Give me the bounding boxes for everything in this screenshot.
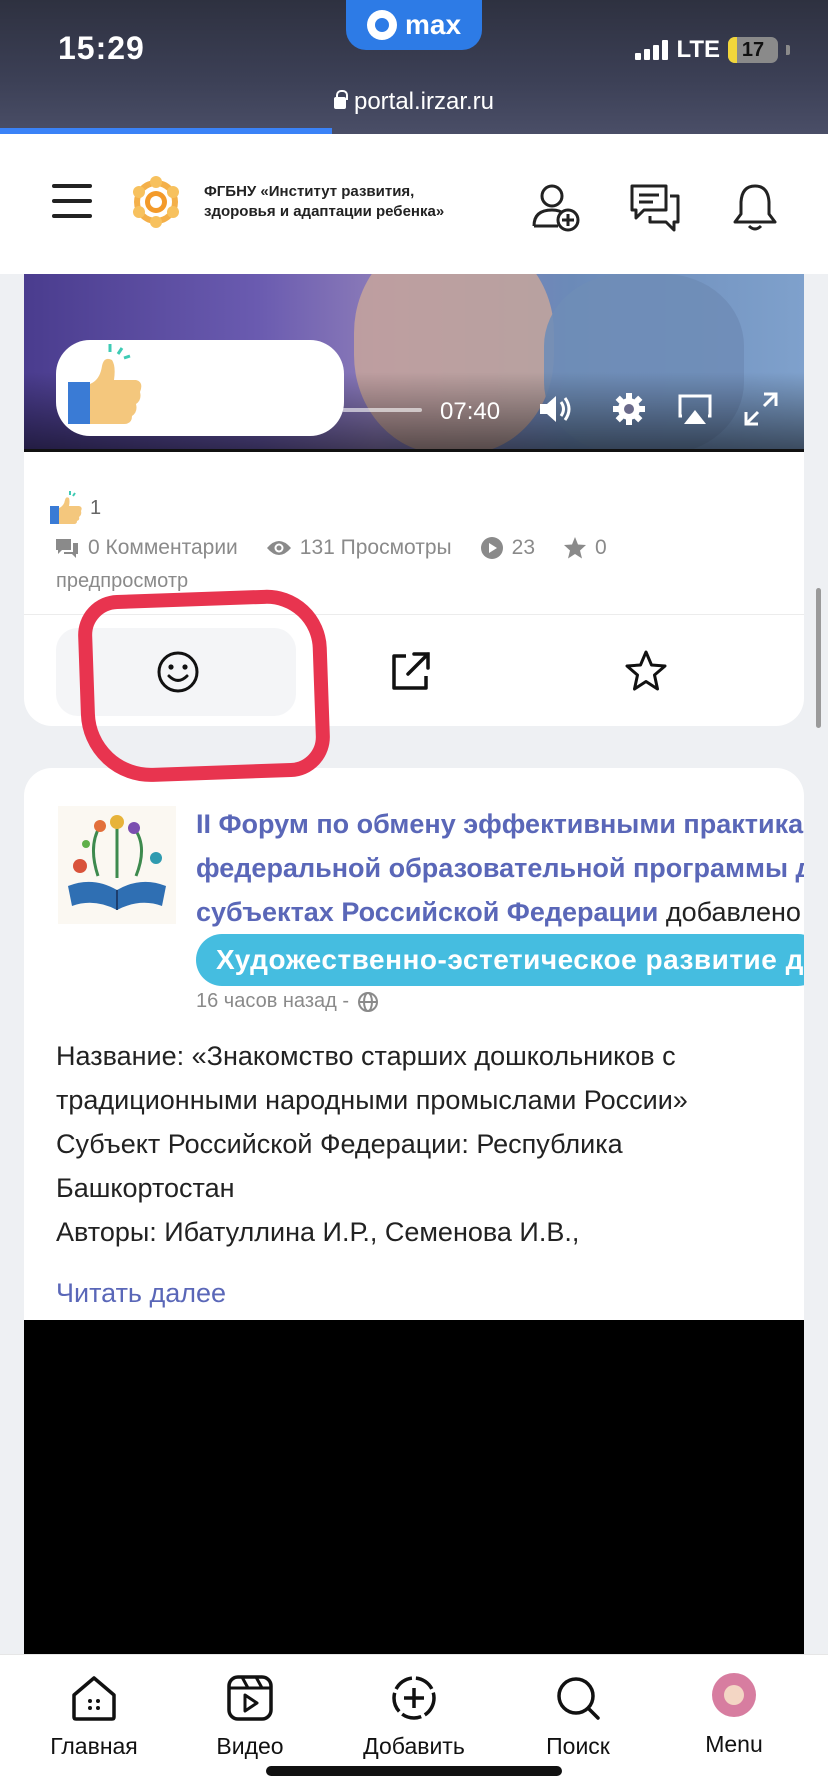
tab-menu-label: Menu (705, 1731, 763, 1757)
category-tag[interactable]: Художественно-эстетическое развитие д (196, 934, 804, 986)
max-logo-icon (366, 10, 397, 40)
volume-icon[interactable] (536, 390, 574, 428)
body-line: Авторы: Ибатуллина И.Р., Семенова И.В., (56, 1217, 580, 1247)
post-title-line-1[interactable]: II Форум по обмену эффективными практика… (196, 802, 804, 846)
home-icon (72, 1676, 116, 1721)
comments-count: 0 Комментарии (88, 536, 238, 559)
preview-label[interactable]: предпросмотр (56, 570, 188, 593)
body-line: традиционными народными промыслами Росси… (56, 1085, 688, 1115)
video-scrubber[interactable] (342, 408, 422, 412)
likes-row[interactable]: 1 (48, 490, 101, 526)
tab-menu[interactable]: Menu (654, 1673, 814, 1758)
tab-video-label: Видео (216, 1733, 284, 1759)
thumbs-up-icon[interactable] (60, 340, 142, 430)
comments-icon (56, 539, 78, 558)
tab-video[interactable]: Видео (170, 1673, 330, 1760)
plays-count: 23 (511, 536, 536, 559)
added-label: добавлено (665, 897, 801, 927)
plays-stat: 23 (480, 536, 535, 560)
tab-add-label: Добавить (363, 1733, 465, 1759)
add-friend-icon[interactable] (528, 180, 582, 234)
video-duration: 07:40 (440, 398, 501, 425)
body-line: Название: «Знакомство старших дошкольник… (56, 1041, 676, 1071)
reaction-picker[interactable] (56, 340, 344, 436)
red-annotation-circle (76, 587, 332, 785)
signal-icon (635, 40, 669, 60)
tab-home[interactable]: Главная (14, 1673, 174, 1760)
post-body: Название: «Знакомство старших дошкольник… (56, 1034, 786, 1254)
battery-icon: 17 (728, 37, 778, 63)
hamburger-menu-icon[interactable] (52, 184, 92, 218)
status-time: 15:29 (58, 30, 145, 66)
video-player-2[interactable] (24, 1320, 804, 1658)
fullscreen-icon[interactable] (742, 390, 780, 428)
views-count: 131 Просмотры (299, 536, 452, 559)
body-line: Субъект Российской Федерации: Республика (56, 1129, 623, 1159)
tab-search-label: Поиск (546, 1733, 610, 1759)
video-icon (227, 1675, 273, 1721)
views-stat: 131 Просмотры (266, 536, 452, 560)
forum-avatar[interactable] (58, 806, 176, 924)
status-bar: 15:29 max LTE 17 portal.irzar.ru (0, 0, 828, 134)
comments-stat[interactable]: 0 Комментарии (54, 536, 238, 560)
user-avatar (712, 1673, 756, 1717)
airplay-icon[interactable] (676, 390, 714, 428)
favorite-star-icon[interactable] (622, 648, 670, 696)
stars-stat: 0 (563, 536, 607, 560)
institute-logo[interactable] (128, 174, 184, 230)
share-icon[interactable] (386, 648, 434, 696)
post-meta: 16 часов назад - (196, 990, 379, 1013)
post-card-2: II Форум по обмену эффективными практика… (24, 768, 804, 1658)
post-title-line-2[interactable]: федеральной образовательной программы д (196, 846, 804, 890)
site-header: ФГБНУ «Институт развития, здоровья и ада… (0, 134, 828, 274)
time-ago: 16 часов назад - (196, 990, 349, 1012)
messages-icon[interactable] (628, 180, 682, 234)
tab-home-label: Главная (50, 1733, 138, 1759)
post-title[interactable]: II Форум по обмену эффективными практика… (196, 802, 804, 934)
post-stats: 0 Комментарии 131 Просмотры 23 0 (54, 536, 635, 560)
eye-icon (266, 541, 291, 555)
network-type: LTE (676, 36, 720, 63)
page-scrollbar[interactable] (816, 588, 821, 728)
body-line: Башкортостан (56, 1173, 235, 1203)
address-bar[interactable]: portal.irzar.ru (0, 88, 828, 116)
likes-count: 1 (90, 496, 102, 519)
home-indicator (266, 1766, 562, 1776)
add-circle-icon (392, 1676, 436, 1720)
read-more-link[interactable]: Читать далее (56, 1278, 226, 1309)
tab-search[interactable]: Поиск (498, 1673, 658, 1760)
video-player-1[interactable]: 07:40 (24, 274, 804, 452)
max-app-pill[interactable]: max (346, 0, 482, 50)
globe-icon (358, 991, 378, 1012)
play-circle-icon (480, 537, 503, 559)
status-indicators: LTE 17 (635, 36, 790, 64)
post-title-line-3[interactable]: субъектах Российской Федерации (196, 897, 658, 927)
star-small-icon (564, 537, 587, 559)
settings-gear-icon[interactable] (610, 390, 648, 428)
url-text: portal.irzar.ru (353, 88, 495, 115)
lock-icon (333, 90, 348, 109)
thumbs-up-small-icon (50, 491, 82, 524)
max-label: max (404, 9, 462, 40)
battery-level: 17 (741, 38, 765, 61)
org-name[interactable]: ФГБНУ «Институт развития, здоровья и ада… (204, 182, 464, 222)
tab-add[interactable]: Добавить (334, 1673, 494, 1760)
notifications-bell-icon[interactable] (728, 180, 782, 234)
search-icon (557, 1677, 600, 1720)
stars-count: 0 (595, 536, 607, 559)
